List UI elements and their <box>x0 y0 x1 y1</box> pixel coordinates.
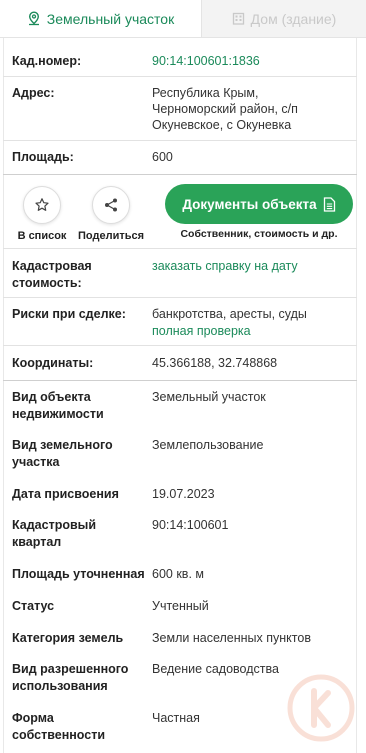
divider <box>3 380 357 381</box>
prop-value: 90:14:100601 <box>152 518 229 532</box>
area-value: 600 <box>152 150 173 164</box>
documents-subtitle: Собственник, стоимость и др. <box>180 228 338 240</box>
coordinates-row: Координаты: 45.366188, 32.748868 <box>12 355 358 372</box>
prop-value: Учтенный <box>152 599 209 613</box>
prop-label: Статус <box>12 599 55 613</box>
address-row: Адрес: Республика Крым, Черноморский рай… <box>12 85 358 133</box>
prop-value: Земельный участок <box>152 390 266 404</box>
prop-label: Площадь уточненная <box>12 567 145 581</box>
risks-label: Риски при сделке: <box>12 307 126 321</box>
prop-row: Кадастровый квартал 90:14:100601 <box>12 517 358 551</box>
cad-number-row: Кад.номер: 90:14:100601:1836 <box>12 53 358 70</box>
risks-row: Риски при сделке: банкротства, аресты, с… <box>12 306 358 339</box>
order-certificate-link[interactable]: заказать справку на дату <box>152 258 358 292</box>
document-icon <box>323 196 335 212</box>
prop-value: 19.07.2023 <box>152 487 215 501</box>
tab-land-plot[interactable]: Земельный участок <box>0 0 202 37</box>
tab-land-plot-label: Земельный участок <box>46 10 175 27</box>
prop-row: Площадь уточненная 600 кв. м <box>12 566 358 583</box>
cadastral-value-label: Кадастровая стоимость: <box>12 259 92 290</box>
documents-button[interactable]: Документы объекта <box>165 184 353 224</box>
divider <box>3 297 357 298</box>
prop-label: Вид разрешенного использования <box>12 662 129 693</box>
divider <box>3 76 357 77</box>
prop-row: Дата присвоения 19.07.2023 <box>12 486 358 503</box>
area-row: Площадь: 600 <box>12 149 358 166</box>
prop-value: Земли населенных пунктов <box>152 631 311 645</box>
divider <box>3 140 357 141</box>
documents-button-label: Документы объекта <box>182 196 317 212</box>
divider <box>3 345 357 346</box>
prop-value: 600 кв. м <box>152 567 204 581</box>
logo-watermark-icon <box>287 674 355 742</box>
tab-house-label: Дом (здание) <box>250 10 337 27</box>
add-to-list-button[interactable]: В список <box>14 186 70 242</box>
prop-row: Категория земель Земли населенных пункто… <box>12 630 358 647</box>
prop-row: Статус Учтенный <box>12 598 358 615</box>
divider <box>3 248 357 249</box>
coordinates-label: Координаты: <box>12 356 94 370</box>
tab-bar: Земельный участок Дом (здание) <box>0 0 366 38</box>
full-check-link[interactable]: полная проверка <box>152 323 358 339</box>
star-icon <box>35 198 49 211</box>
add-to-list-label: В список <box>17 230 67 242</box>
prop-label: Вид объекта недвижимости <box>12 390 104 421</box>
prop-label: Форма собственности <box>12 711 106 742</box>
tab-house[interactable]: Дом (здание) <box>202 0 366 37</box>
prop-label: Категория земель <box>12 631 124 645</box>
prop-label: Дата присвоения <box>12 487 119 501</box>
building-icon <box>232 12 244 25</box>
address-label: Адрес: <box>12 86 55 100</box>
cadastral-value-row: Кадастровая стоимость: заказать справку … <box>12 258 358 292</box>
share-label: Поделиться <box>78 230 145 242</box>
area-label: Площадь: <box>12 150 74 164</box>
share-icon <box>105 198 117 212</box>
cad-number-value[interactable]: 90:14:100601:1836 <box>152 53 358 70</box>
map-pin-icon <box>28 11 39 26</box>
address-value: Республика Крым, Черноморский район, с/п… <box>152 86 298 132</box>
cad-number-label: Кад.номер: <box>12 54 82 68</box>
share-button[interactable]: Поделиться <box>78 186 144 242</box>
prop-row: Вид земельного участка Землепользование <box>12 437 358 471</box>
prop-label: Вид земельного участка <box>12 438 113 469</box>
prop-row: Вид объекта недвижимости Земельный участо… <box>12 389 358 423</box>
prop-value: Землепользование <box>152 438 264 452</box>
coordinates-value[interactable]: 45.366188, 32.748868 <box>152 355 358 372</box>
risks-value: банкротства, аресты, суды полная проверк… <box>152 306 358 339</box>
actions-bar: В список Поделиться Документы объекта Со… <box>3 176 357 248</box>
prop-label: Кадастровый квартал <box>12 518 97 549</box>
divider <box>3 174 357 175</box>
